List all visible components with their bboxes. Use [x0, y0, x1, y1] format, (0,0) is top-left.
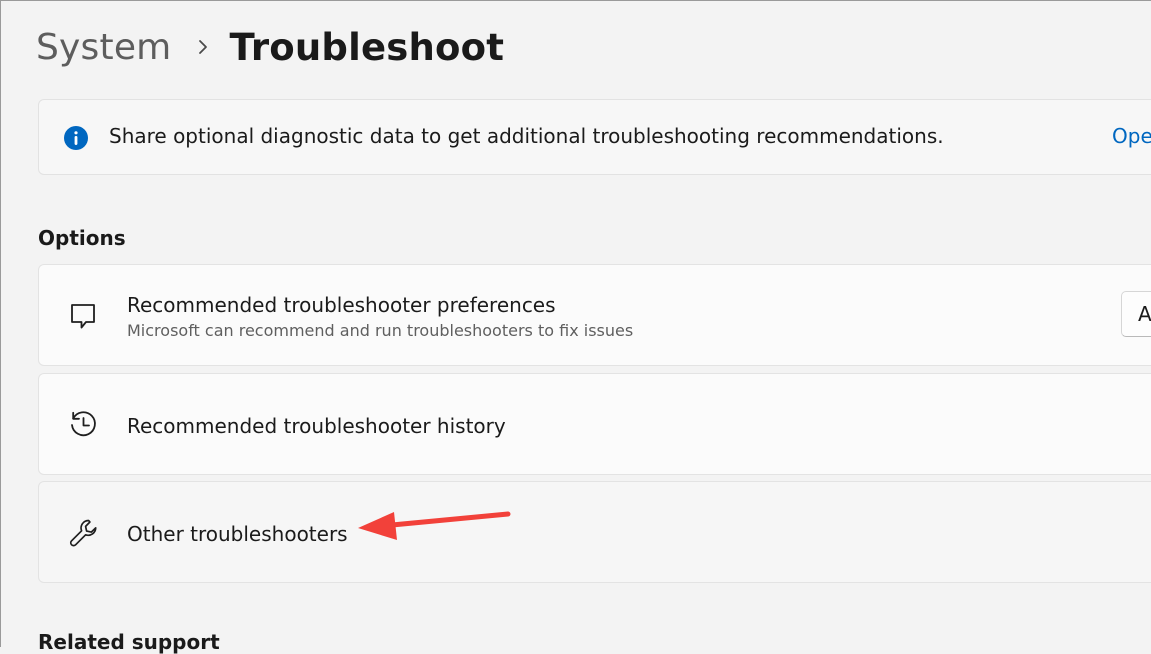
breadcrumb: System Troubleshoot: [36, 18, 504, 76]
red-arrow-annotation: [358, 511, 511, 540]
troubleshooter-preferences-subtitle: Microsoft can recommend and run troubles…: [127, 321, 634, 340]
chat-bubble-icon: [67, 300, 99, 332]
breadcrumb-system-link[interactable]: System: [36, 27, 171, 68]
troubleshooter-preferences-dropdown[interactable]: A: [1121, 291, 1151, 337]
history-icon: [67, 408, 99, 440]
troubleshooter-preferences-title: Recommended troubleshooter preferences: [127, 293, 556, 317]
wrench-icon: [67, 517, 99, 549]
other-troubleshooters-title: Other troubleshooters: [127, 522, 348, 546]
diagnostic-data-banner: Share optional diagnostic data to get ad…: [38, 99, 1151, 175]
window-border-left: [0, 0, 1, 647]
other-troubleshooters-card[interactable]: Other troubleshooters: [38, 481, 1151, 583]
troubleshooter-history-title: Recommended troubleshooter history: [127, 414, 506, 438]
banner-message: Share optional diagnostic data to get ad…: [109, 124, 944, 148]
window-border-top: [0, 0, 1151, 1]
chevron-right-icon: [197, 38, 209, 56]
open-diagnostics-link[interactable]: Ope: [1112, 124, 1151, 148]
info-icon: [63, 125, 89, 151]
troubleshooter-history-card[interactable]: Recommended troubleshooter history: [38, 373, 1151, 475]
page-title: Troubleshoot: [229, 25, 505, 69]
options-heading: Options: [38, 226, 126, 250]
troubleshooter-preferences-card: Recommended troubleshooter preferences M…: [38, 264, 1151, 366]
related-support-heading: Related support: [38, 630, 220, 654]
